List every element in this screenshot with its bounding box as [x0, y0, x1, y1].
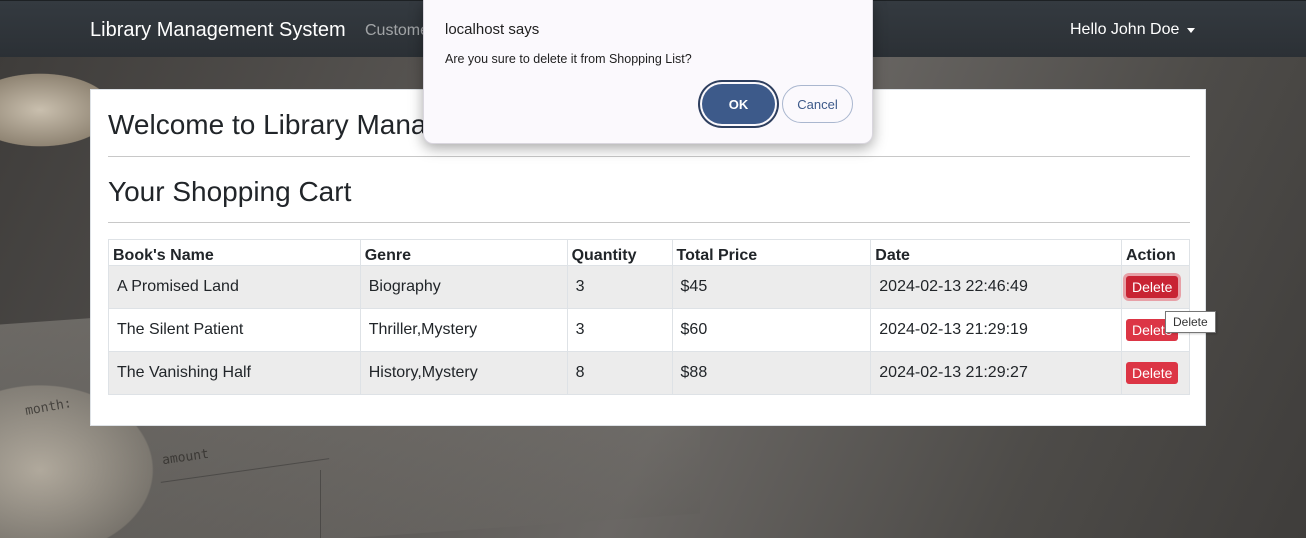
cell-quantity: 8	[566, 351, 673, 395]
cell-book-name: The Silent Patient	[108, 308, 361, 352]
cart-heading: Your Shopping Cart	[108, 176, 352, 207]
delete-tooltip: Delete	[1165, 311, 1216, 333]
dialog-title: localhost says	[445, 21, 540, 38]
header-date: Date	[870, 239, 1122, 266]
delete-button[interactable]: Delete	[1125, 276, 1179, 298]
cell-action: Delete	[1120, 351, 1191, 395]
cell-genre: Thriller,Mystery	[359, 308, 568, 352]
delete-button[interactable]: Delete	[1125, 362, 1179, 384]
table-row: The Vanishing Half History,Mystery 8 $88…	[108, 351, 1191, 395]
header-genre: Genre	[359, 239, 568, 266]
header-books-name: Book's Name	[108, 239, 361, 266]
divider	[108, 222, 1190, 223]
table-row: A Promised Land Biography 3 $45 2024-02-…	[108, 265, 1191, 309]
ok-button[interactable]: OK	[702, 84, 775, 124]
welcome-heading: Welcome to Library Mana	[108, 109, 427, 140]
cell-total-price: $88	[671, 351, 872, 395]
table-header-row: Book's Name Genre Quantity Total Price D…	[108, 239, 1191, 266]
brand-link[interactable]: Library Management System	[90, 19, 346, 42]
cell-book-name: The Vanishing Half	[108, 351, 361, 395]
confirm-dialog: localhost says Are you sure to delete it…	[423, 0, 873, 144]
cell-genre: Biography	[359, 265, 568, 309]
table-row: The Silent Patient Thriller,Mystery 3 $6…	[108, 308, 1191, 352]
header-action: Action	[1120, 239, 1191, 266]
cancel-button[interactable]: Cancel	[782, 85, 853, 123]
user-greeting: Hello John Doe	[1070, 21, 1180, 38]
cell-total-price: $60	[671, 308, 872, 352]
cell-quantity: 3	[566, 308, 673, 352]
cell-quantity: 3	[566, 265, 673, 309]
cell-date: 2024-02-13 22:46:49	[870, 265, 1122, 309]
dialog-message: Are you sure to delete it from Shopping …	[445, 52, 692, 66]
shopping-cart-table: Book's Name Genre Quantity Total Price D…	[108, 239, 1191, 395]
header-quantity: Quantity	[566, 239, 673, 266]
nav-link-customer[interactable]: Custome	[365, 22, 429, 40]
cell-book-name: A Promised Land	[108, 265, 361, 309]
cell-date: 2024-02-13 21:29:27	[870, 351, 1122, 395]
cell-total-price: $45	[671, 265, 872, 309]
divider	[108, 156, 1190, 157]
cell-genre: History,Mystery	[359, 351, 568, 395]
cell-date: 2024-02-13 21:29:19	[870, 308, 1122, 352]
cell-action: Delete	[1120, 265, 1191, 309]
user-menu-dropdown[interactable]: Hello John Doe	[1070, 21, 1196, 39]
background-line	[320, 470, 321, 538]
header-total-price: Total Price	[671, 239, 872, 266]
caret-down-icon	[1187, 27, 1196, 33]
